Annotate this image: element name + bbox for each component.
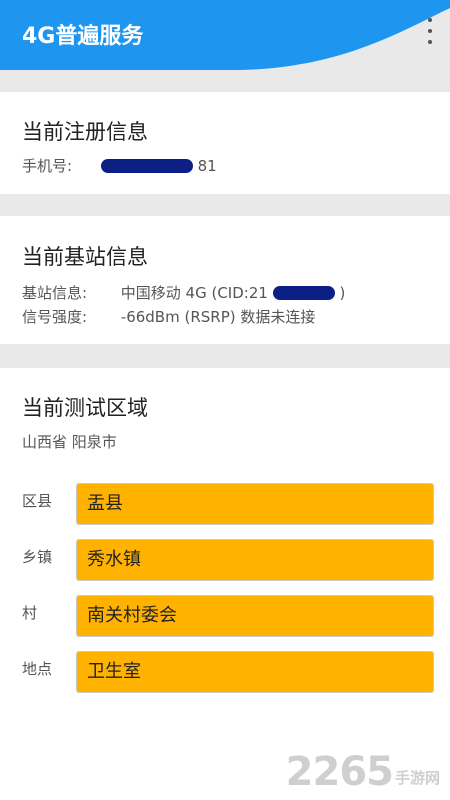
district-field[interactable]: 盂县 — [76, 483, 434, 525]
base-station-card: 当前基站信息 基站信息: 中国移动 4G (CID:21 ) 信号强度: -66… — [0, 216, 450, 344]
station-info-label: 基站信息: — [22, 284, 88, 302]
station-info-row: 基站信息: 中国移动 4G (CID:21 ) — [22, 282, 345, 303]
more-vertical-icon[interactable] — [424, 18, 436, 44]
cid-redaction — [272, 286, 335, 300]
field-label-location: 地点 — [22, 660, 53, 678]
location-field[interactable]: 卫生室 — [76, 651, 434, 693]
signal-value: -66dBm (RSRP) 数据未连接 — [120, 308, 316, 326]
base-station-title: 当前基站信息 — [22, 245, 148, 269]
region-text: 山西省 阳泉市 — [22, 433, 117, 451]
watermark-logo: 2265 手游网 — [286, 752, 440, 792]
town-field[interactable]: 秀水镇 — [76, 539, 434, 581]
station-info-suffix: ) — [339, 284, 346, 302]
phone-redaction — [100, 159, 193, 173]
signal-row: 信号强度: -66dBm (RSRP) 数据未连接 — [22, 306, 315, 327]
registration-title: 当前注册信息 — [22, 120, 148, 144]
watermark-text: 手游网 — [394, 769, 440, 787]
test-area-title: 当前测试区域 — [22, 396, 148, 420]
bottom-area: 2265 手游网 — [0, 714, 450, 800]
field-label-town: 乡镇 — [22, 548, 53, 566]
app-bar: 4G普遍服务 — [0, 0, 450, 72]
field-label-village: 村 — [22, 604, 38, 622]
registration-card: 当前注册信息 手机号: 81 — [0, 92, 450, 194]
field-label-district: 区县 — [22, 492, 53, 510]
test-area-card: 当前测试区域 山西省 阳泉市 区县 盂县 乡镇 秀水镇 村 南关村委会 地点 卫… — [0, 368, 450, 714]
station-info-value: 中国移动 4G (CID:21 — [120, 284, 268, 302]
phone-row: 手机号: 81 — [22, 155, 217, 176]
phone-suffix: 81 — [197, 157, 217, 175]
signal-label: 信号强度: — [22, 308, 88, 326]
village-field[interactable]: 南关村委会 — [76, 595, 434, 637]
app-title: 4G普遍服务 — [22, 24, 144, 49]
phone-label: 手机号: — [22, 157, 73, 175]
watermark-number: 2265 — [285, 749, 394, 795]
